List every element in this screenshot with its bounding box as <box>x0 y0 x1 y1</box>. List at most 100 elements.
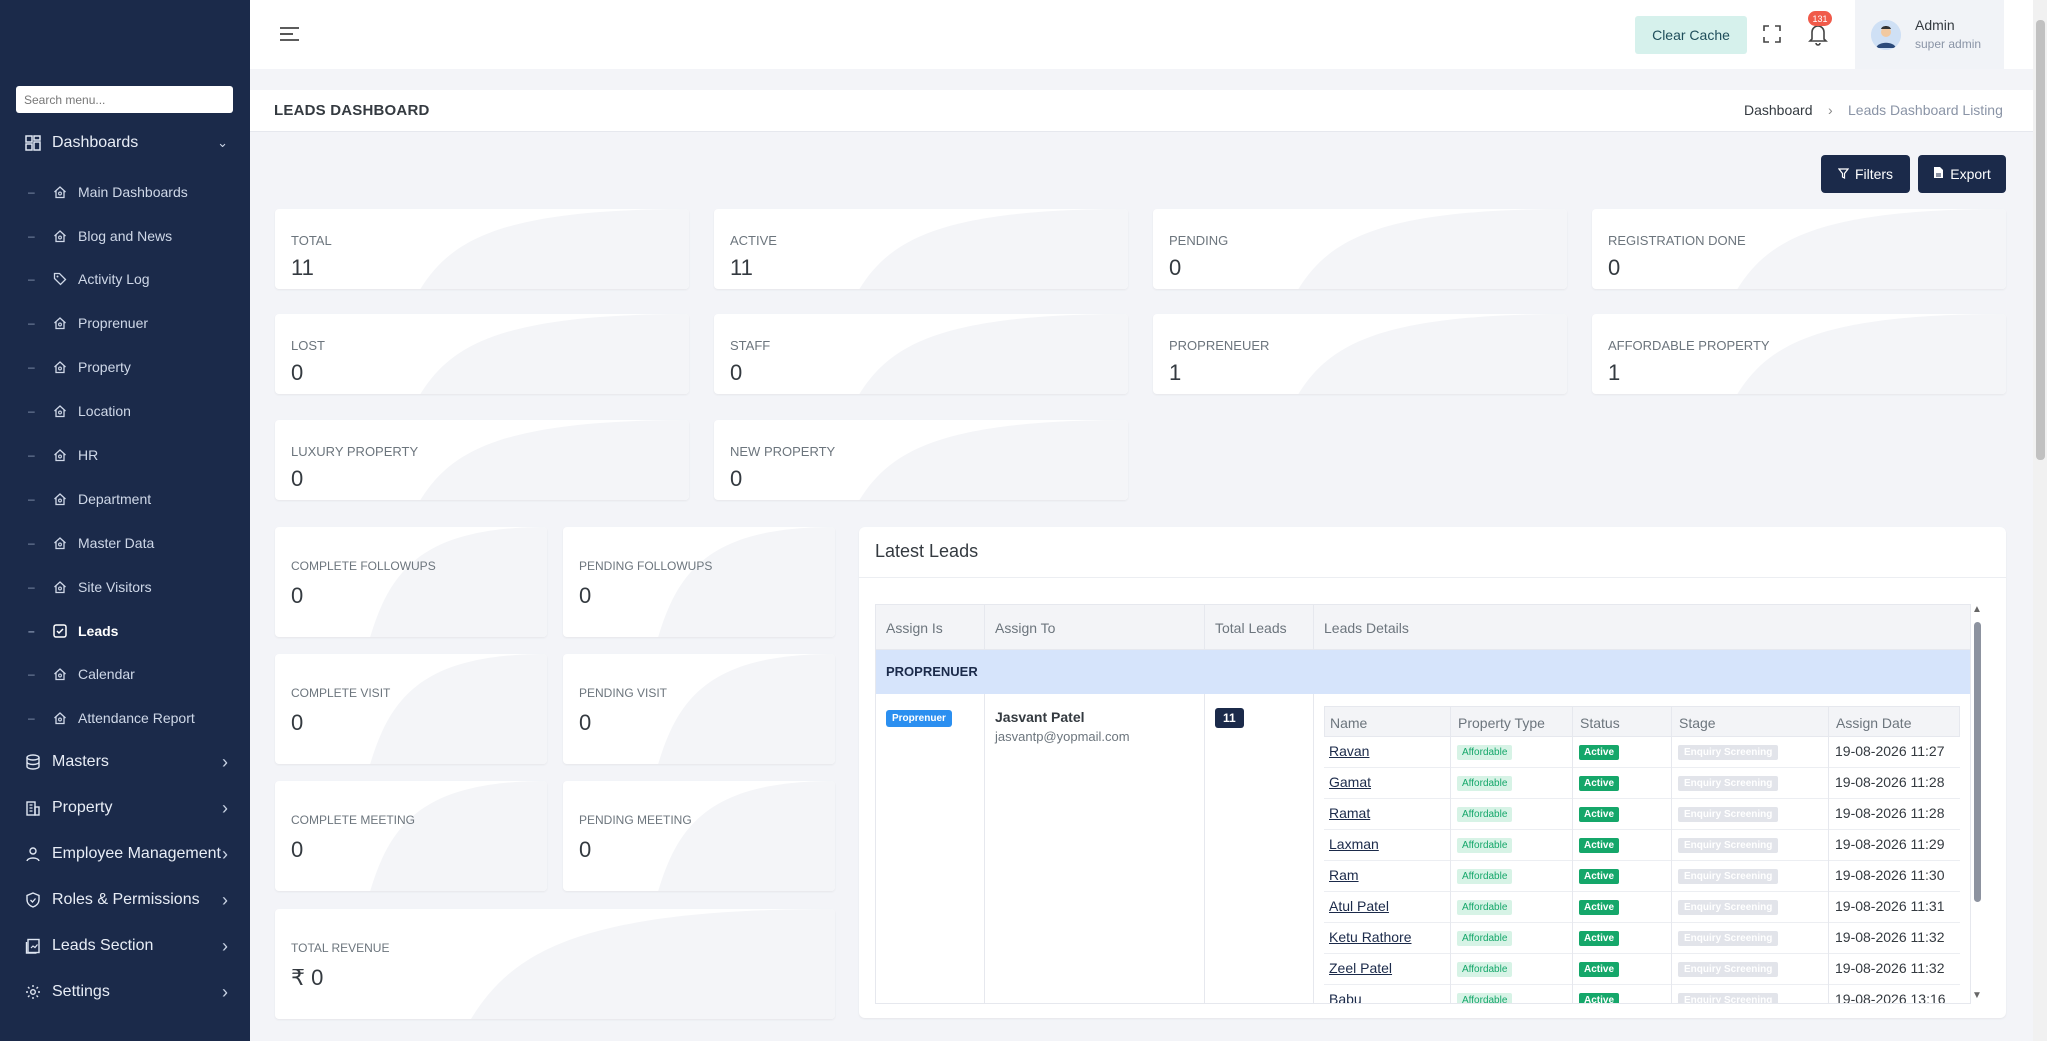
page-scrollbar-thumb[interactable] <box>2036 20 2045 460</box>
nav-group-masters[interactable]: Masters › <box>0 742 250 782</box>
stat-label: STAFF <box>730 338 771 353</box>
activity-value: 0 <box>579 583 592 608</box>
property-type-badge: Affordable <box>1457 993 1513 1003</box>
export-button[interactable]: Export <box>1918 155 2006 193</box>
home-icon <box>52 710 68 726</box>
nav-group-settings[interactable]: Settings › <box>0 972 250 1012</box>
filters-label: Filters <box>1854 166 1894 182</box>
nav-group-property[interactable]: Property › <box>0 788 250 828</box>
home-icon <box>52 535 68 551</box>
sidebar-item-location[interactable]: – Location <box>0 395 250 427</box>
lead-name-link[interactable]: Babu <box>1329 991 1362 1003</box>
sidebar-item-attendance-report[interactable]: – Attendance Report <box>0 702 250 734</box>
card-decoration <box>419 420 689 500</box>
nav-group-roles-and-permissions[interactable]: Roles & Permissions › <box>0 880 250 920</box>
stat-card-pending: PENDING 0 <box>1153 209 1567 289</box>
database-icon <box>24 753 42 771</box>
fullscreen-icon[interactable] <box>1762 24 1782 44</box>
divider <box>1572 706 1573 1003</box>
card-decoration <box>370 781 547 891</box>
nav-group-label: Roles & Permissions <box>52 891 200 908</box>
activity-value: 0 <box>291 583 304 608</box>
home-icon <box>52 403 68 419</box>
sidebar-item-calendar[interactable]: – Calendar <box>0 658 250 690</box>
table-row: Zeel Patel Affordable Active Enquiry Screen… <box>1324 954 1960 985</box>
leads-report-icon <box>24 937 42 955</box>
stage-badge: Enquiry Screening <box>1678 838 1779 853</box>
activity-value: 0 <box>579 837 592 862</box>
assign-date: 19-08-2026 13:16 <box>1835 991 1946 1004</box>
sidebar-item-main-dashboards[interactable]: – Main Dashboards <box>0 176 250 208</box>
sidebar-item-label: Blog and News <box>78 228 173 244</box>
activity-label: PENDING VISIT <box>579 686 668 700</box>
tree-dash: – <box>28 711 35 725</box>
table-header: Name Property Type Status Stage Assign D… <box>1324 706 1960 737</box>
sidebar-item-hr[interactable]: – HR <box>0 439 250 471</box>
table-scrollbar[interactable]: ▲ ▼ <box>1971 604 1983 1004</box>
lead-name-link[interactable]: Zeel Patel <box>1329 960 1392 976</box>
clear-cache-button[interactable]: Clear Cache <box>1635 16 1747 54</box>
card-decoration <box>1297 314 1567 394</box>
nav-group-dashboards[interactable]: Dashboards ⌄ <box>0 123 250 163</box>
stat-label: PROPRENEUER <box>1169 338 1270 353</box>
stat-value: 0 <box>730 360 743 385</box>
lead-name-link[interactable]: Ketu Rathore <box>1329 929 1412 945</box>
nav-group-label: Masters <box>52 753 109 770</box>
stage-badge: Enquiry Screening <box>1678 931 1779 946</box>
tree-dash: – <box>28 272 35 286</box>
sidebar-item-leads[interactable]: – Leads <box>0 615 250 647</box>
card-decoration <box>1736 314 2006 394</box>
tree-dash: – <box>28 492 35 506</box>
user-name: Admin <box>1915 17 1955 33</box>
assign-date: 19-08-2026 11:27 <box>1835 743 1945 759</box>
stage-badge: Enquiry Screening <box>1678 776 1779 791</box>
tree-dash: – <box>28 360 35 374</box>
property-type-badge: Affordable <box>1457 900 1513 915</box>
sidebar-item-activity-log[interactable]: – Activity Log <box>0 263 250 295</box>
sidebar-item-property[interactable]: – Property <box>0 351 250 383</box>
property-type-badge: Affordable <box>1457 869 1513 884</box>
table-scrollbar-thumb[interactable] <box>1974 622 1981 902</box>
activity-label: PENDING FOLLOWUPS <box>579 559 713 573</box>
user-role: super admin <box>1915 37 1982 51</box>
sidebar-item-site-visitors[interactable]: – Site Visitors <box>0 571 250 603</box>
breadcrumb-current: Leads Dashboard Listing <box>1848 102 2003 118</box>
property-type-badge: Affordable <box>1457 931 1513 946</box>
activity-label: COMPLETE FOLLOWUPS <box>291 559 436 573</box>
latest-leads-table: Assign Is Assign To Total Leads Leads De… <box>875 604 1971 1004</box>
divider <box>984 694 985 1003</box>
scroll-down-arrow-icon[interactable]: ▼ <box>1972 990 1982 1001</box>
search-menu-input[interactable] <box>16 86 233 113</box>
sidebar-item-department[interactable]: – Department <box>0 483 250 515</box>
nav-group-label: Dashboards <box>52 134 139 151</box>
table-group-row: PROPRENUER <box>876 650 1970 694</box>
status-badge: Active <box>1579 962 1620 977</box>
building-icon <box>24 799 42 817</box>
card-decoration <box>858 314 1128 394</box>
lead-name-link[interactable]: Ramat <box>1329 805 1370 821</box>
lead-name-link[interactable]: Laxman <box>1329 836 1379 852</box>
stage-badge: Enquiry Screening <box>1678 869 1779 884</box>
sidebar-item-proprenuer[interactable]: – Proprenuer <box>0 307 250 339</box>
nav-group-leads-section[interactable]: Leads Section › <box>0 926 250 966</box>
sidebar-item-master-data[interactable]: – Master Data <box>0 527 250 559</box>
table-row: Ram Affordable Active Enquiry Screening 19-0… <box>1324 861 1960 892</box>
stat-value: 1 <box>1169 360 1182 385</box>
card-decoration <box>858 420 1128 500</box>
lead-name-link[interactable]: Ram <box>1329 867 1359 883</box>
lead-name-link[interactable]: Gamat <box>1329 774 1371 790</box>
lead-name-link[interactable]: Ravan <box>1329 743 1369 759</box>
breadcrumb-dashboard-link[interactable]: Dashboard <box>1744 102 1813 118</box>
user-menu[interactable]: Admin super admin <box>1855 0 2004 69</box>
menu-toggle-icon[interactable] <box>279 24 301 44</box>
property-type-badge: Affordable <box>1457 776 1513 791</box>
stat-card-active: ACTIVE 11 <box>714 209 1128 289</box>
filters-button[interactable]: Filters <box>1821 155 1910 193</box>
sidebar-item-blog-and-news[interactable]: – Blog and News <box>0 220 250 252</box>
scroll-up-arrow-icon[interactable]: ▲ <box>1972 604 1982 615</box>
divider <box>1204 694 1205 1003</box>
role-badge: Proprenuer <box>886 710 952 727</box>
lead-name-link[interactable]: Atul Patel <box>1329 898 1389 914</box>
stat-value: 11 <box>730 255 753 280</box>
nav-group-employee-management[interactable]: Employee Management › <box>0 834 250 874</box>
